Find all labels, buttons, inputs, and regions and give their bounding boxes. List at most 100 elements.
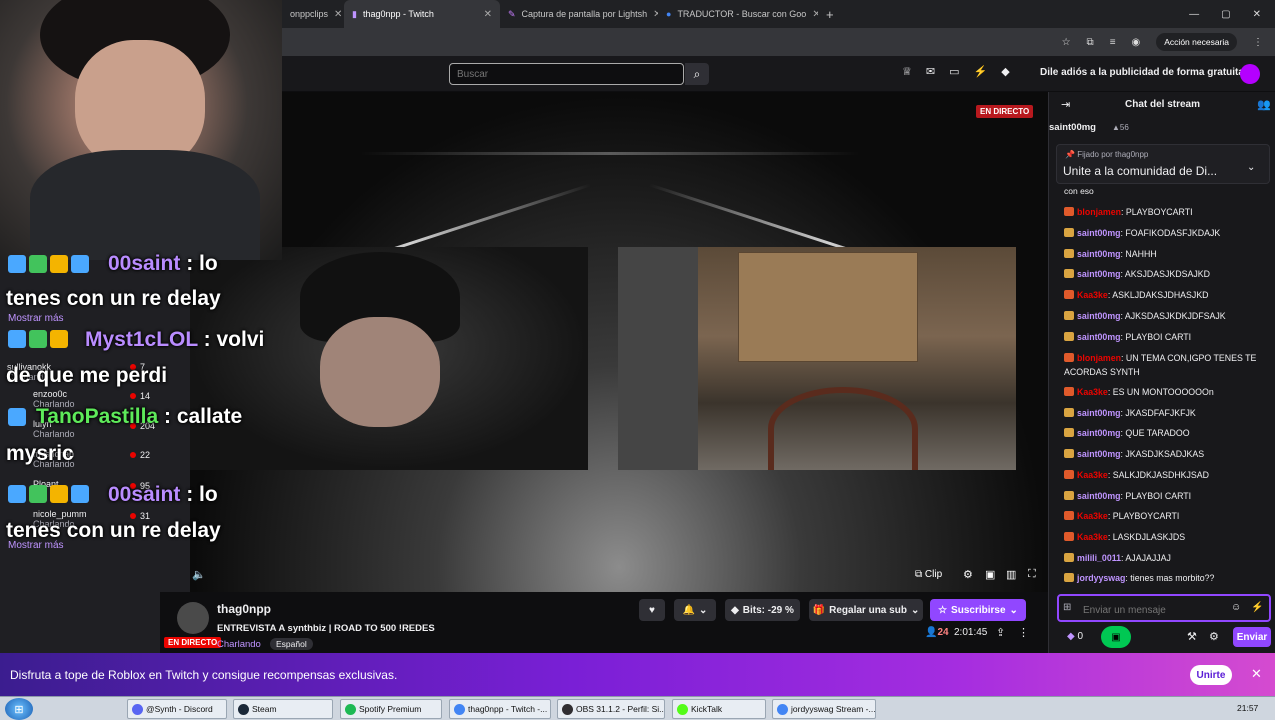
volume-icon[interactable]: 🔈 xyxy=(192,568,206,581)
chat-username[interactable]: blonjamen xyxy=(1077,207,1121,217)
close-window-icon[interactable]: ✕ xyxy=(1253,9,1261,20)
search-button[interactable]: ⌕ xyxy=(685,63,709,85)
chat-badge-icon xyxy=(1064,511,1074,520)
emote-icon[interactable]: ☺ xyxy=(1231,602,1241,613)
reading-list-icon[interactable]: ≡ xyxy=(1110,37,1116,48)
gift-sub-button[interactable]: 🎁 Regalar una sub ⌄ xyxy=(809,599,923,621)
bits-icon[interactable]: ⚡ xyxy=(1251,602,1263,613)
taskbar-item[interactable]: OBS 31.1.2 - Perfil: Si... xyxy=(557,699,665,719)
bookmark-star-icon[interactable]: ☆ xyxy=(1062,37,1071,48)
gift-icon: 🎁 xyxy=(812,604,826,616)
browser-tab[interactable]: ✎ Captura de pantalla por Lightsh ✕ xyxy=(500,0,658,28)
search-input[interactable] xyxy=(449,63,684,85)
chat-username[interactable]: saint00mg xyxy=(1077,332,1121,342)
chat-username[interactable]: Kaa3ke xyxy=(1077,532,1108,542)
chat-username[interactable]: saint00mg xyxy=(1077,491,1121,501)
inbox-icon[interactable]: ✉ xyxy=(926,65,935,78)
browser-tab[interactable]: onppclips ✕ xyxy=(282,0,344,28)
notifications-icon[interactable]: ◆ xyxy=(1001,65,1009,78)
user-avatar[interactable] xyxy=(1240,64,1260,84)
taskbar-item[interactable]: Steam xyxy=(233,699,333,719)
crown-icon[interactable]: ♕ xyxy=(902,65,912,78)
gift-icon[interactable]: ⊞ xyxy=(1063,602,1071,613)
chat-settings-icon[interactable]: ⚙ xyxy=(1209,630,1219,643)
bell-icon: 🔔 xyxy=(682,604,696,616)
taskbar-item[interactable]: Spotify Premium xyxy=(340,699,442,719)
settings-icon[interactable]: ⚙ xyxy=(963,568,973,581)
person-icon: 👤 xyxy=(925,627,938,638)
chat-username[interactable]: jordyyswag xyxy=(1077,573,1125,583)
chat-username[interactable]: Kaa3ke xyxy=(1077,511,1108,521)
ad-free-link[interactable]: Dile adiós a la publicidad de forma grat… xyxy=(1040,67,1244,78)
close-tab-icon[interactable]: ✕ xyxy=(334,9,342,20)
browser-menu-icon[interactable]: ⋮ xyxy=(1253,37,1263,48)
taskbar-item[interactable]: @Synth - Discord xyxy=(127,699,227,719)
show-more-link[interactable]: Mostrar más xyxy=(8,313,64,324)
chat-message: Kaa3ke: LASKDJLASKJDS xyxy=(1064,530,1272,544)
close-icon[interactable]: ✕ xyxy=(1251,666,1262,682)
community-icon[interactable]: 👥 xyxy=(1257,98,1271,111)
points-icon: ◆ xyxy=(1067,631,1075,642)
chat-text: : tienes mas morbito?? xyxy=(1125,573,1215,583)
chat-username[interactable]: saint00mg xyxy=(1077,269,1121,279)
pip-icon[interactable]: ▣ xyxy=(985,568,995,581)
pin-tool-icon[interactable]: ⚒ xyxy=(1187,630,1197,643)
extensions-icon[interactable]: ⧉ xyxy=(1087,37,1094,48)
browser-tab-active[interactable]: ▮ thag0npp - Twitch ✕ xyxy=(344,0,500,28)
chat-username[interactable]: milili_0011 xyxy=(1077,553,1121,563)
taskbar-item[interactable]: KickTalk xyxy=(672,699,766,719)
close-tab-icon[interactable]: ✕ xyxy=(484,9,492,20)
minimize-icon[interactable]: — xyxy=(1189,9,1199,20)
chat-username[interactable]: saint00mg xyxy=(1077,428,1121,438)
chat-username[interactable]: saint00mg xyxy=(1077,228,1121,238)
chat-username[interactable]: saint00mg xyxy=(1077,449,1121,459)
fullscreen-icon[interactable]: ⛶ xyxy=(1028,568,1036,581)
browser-tab[interactable]: ● TRADUCTOR - Buscar con Goo ✕ xyxy=(658,0,818,28)
overlay-chat-message: tenes con un re delay xyxy=(6,287,221,310)
guest-face xyxy=(320,317,440,427)
chat-message: saint00mg: PLAYBOI CARTI xyxy=(1064,489,1272,503)
action-needed-button[interactable]: Acción necesaria xyxy=(1156,33,1237,51)
taskbar-item[interactable]: jordyyswag Stream -... xyxy=(772,699,876,719)
chat-message: Kaa3ke: PLAYBOYCARTI xyxy=(1064,509,1272,523)
chat-username[interactable]: Kaa3ke xyxy=(1077,387,1108,397)
language-tag[interactable]: Español xyxy=(270,638,313,650)
pinned-message[interactable]: 📌 Fijado por thag0npp Unite a la comunid… xyxy=(1056,144,1270,184)
pinned-by: 📌 Fijado por thag0npp xyxy=(1065,150,1149,159)
subscribe-button[interactable]: ☆ Suscribirse ⌄ xyxy=(930,599,1026,621)
video-player[interactable]: EN DIRECTO ❚❚ 🔈 ⧉ Clip ⚙ ▣ ▥ ⛶ xyxy=(190,92,1048,592)
chat-username[interactable]: Kaa3ke xyxy=(1077,470,1108,480)
join-button[interactable]: Unirte xyxy=(1190,665,1232,685)
notifications-button[interactable]: 🔔 ⌄ xyxy=(674,599,716,621)
taskbar-item[interactable]: thag0npp - Twitch -... xyxy=(449,699,551,719)
chat-username[interactable]: saint00mg xyxy=(1077,249,1121,259)
top-gifter-count: ▲56 xyxy=(1112,123,1129,132)
follow-button[interactable]: ♥ xyxy=(639,599,665,621)
whisper-icon[interactable]: ▭ xyxy=(949,65,959,78)
chat-username[interactable]: Kaa3ke xyxy=(1077,290,1108,300)
theatre-mode-icon[interactable]: ▥ xyxy=(1006,568,1016,581)
bits-button[interactable]: ◆ Bits: -29 % xyxy=(725,599,800,621)
send-button[interactable]: Enviar xyxy=(1233,627,1271,647)
chat-badges xyxy=(8,255,89,275)
channel-avatar[interactable] xyxy=(177,602,209,634)
channel-name[interactable]: thag0npp xyxy=(217,602,271,616)
clip-button[interactable]: ⧉ Clip xyxy=(915,569,942,580)
claim-points-button[interactable]: ▣ xyxy=(1101,626,1131,648)
new-tab-button[interactable]: + xyxy=(818,0,842,28)
maximize-icon[interactable]: ▢ xyxy=(1221,9,1230,20)
turbo-icon[interactable]: ⚡ xyxy=(974,65,988,78)
start-button[interactable]: ⊞ xyxy=(5,698,33,720)
share-icon[interactable]: ⇪ xyxy=(996,626,1005,639)
top-gifter[interactable]: saint00mg xyxy=(1049,122,1096,133)
chat-username[interactable]: saint00mg xyxy=(1077,408,1121,418)
more-options-icon[interactable]: ⋮ xyxy=(1018,626,1029,639)
profile-icon[interactable]: ◉ xyxy=(1132,37,1141,48)
chat-username[interactable]: saint00mg xyxy=(1077,311,1121,321)
chevron-down-icon[interactable]: ⌄ xyxy=(1247,162,1255,173)
chat-username[interactable]: blonjamen xyxy=(1077,353,1121,363)
chat-text: : JKASDFAFJKFJK xyxy=(1120,408,1196,418)
chat-text: : PLAYBOI CARTI xyxy=(1120,332,1192,342)
show-more-link[interactable]: Mostrar más xyxy=(8,540,64,551)
stream-category[interactable]: Charlando xyxy=(217,639,261,650)
